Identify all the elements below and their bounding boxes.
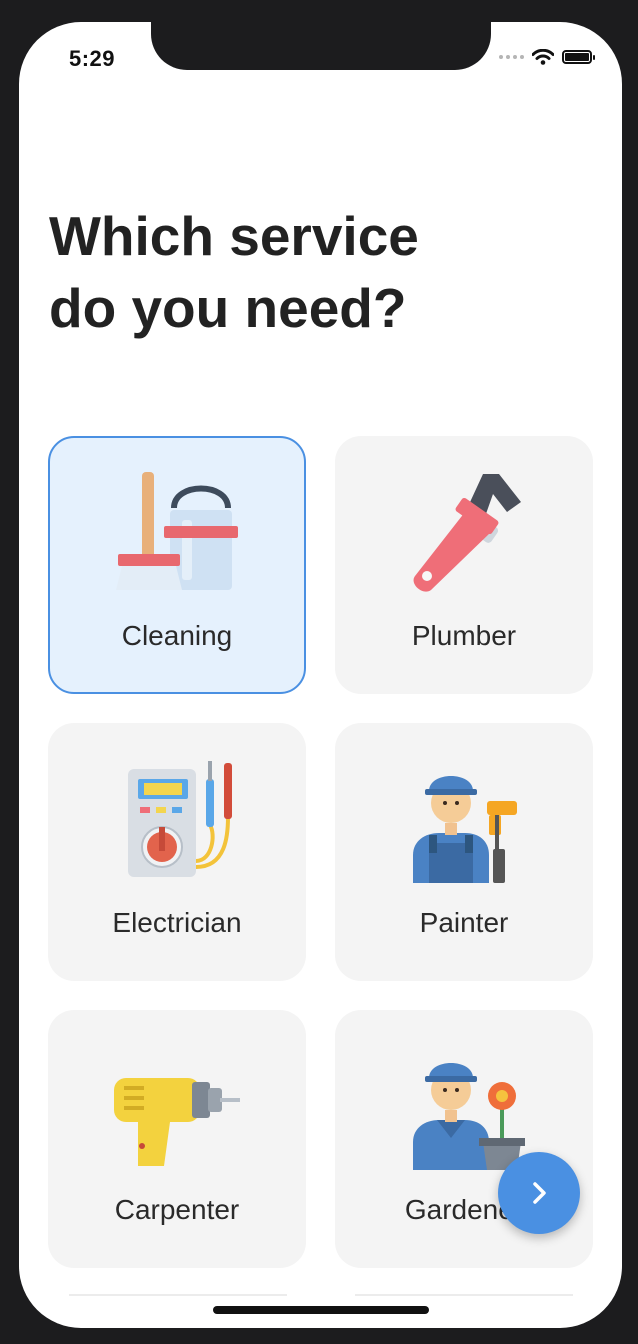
- chevron-right-icon: [533, 1182, 546, 1204]
- drill-icon: [114, 1078, 240, 1166]
- service-card-cleaning[interactable]: Cleaning: [48, 436, 306, 694]
- multimeter-icon: [128, 761, 232, 877]
- battery-icon: [562, 50, 595, 64]
- service-label: Electrician: [112, 907, 242, 938]
- phone-screen: 5:29 Which service do you need? Cleaning: [19, 22, 622, 1328]
- next-button[interactable]: [498, 1152, 580, 1234]
- service-label: Painter: [419, 907, 509, 938]
- painter-icon: [413, 776, 517, 883]
- home-indicator[interactable]: [213, 1306, 429, 1314]
- next-row-card-edge: [355, 1294, 573, 1296]
- cleaning-icon: [116, 472, 238, 590]
- service-card-electrician[interactable]: Electrician: [48, 723, 306, 981]
- gardener-icon: [413, 1063, 525, 1170]
- wifi-icon: [532, 49, 554, 65]
- service-card-carpenter[interactable]: Carpenter: [48, 1010, 306, 1268]
- notch: [151, 22, 491, 70]
- service-card-painter[interactable]: Painter: [335, 723, 593, 981]
- service-label: Carpenter: [114, 1194, 240, 1225]
- service-label: Cleaning: [121, 620, 233, 651]
- next-row-card-edge: [69, 1294, 287, 1296]
- signal-icon: [499, 55, 524, 59]
- service-label: Plumber: [411, 620, 517, 651]
- status-time: 5:29: [69, 46, 116, 71]
- page-title: Which service do you need?: [49, 205, 419, 339]
- service-card-plumber[interactable]: Plumber: [335, 436, 593, 694]
- pipe-wrench-icon: [413, 474, 521, 592]
- status-icons: [499, 49, 595, 65]
